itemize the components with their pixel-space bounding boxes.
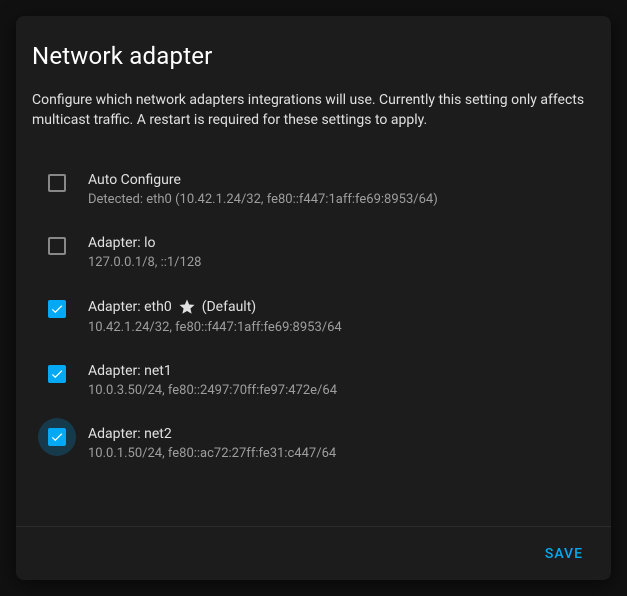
- check-icon: [50, 430, 64, 444]
- default-suffix: (Default): [202, 299, 256, 315]
- adapter-checkbox[interactable]: [48, 237, 66, 255]
- adapter-detail: 10.0.3.50/24, fe80::2497:70ff:fe97:472e/…: [88, 383, 595, 398]
- adapter-label: Adapter: eth0 (Default): [88, 298, 595, 316]
- checkbox-wrap: [48, 426, 88, 446]
- adapter-label: Adapter: lo: [88, 235, 595, 251]
- adapter-text: Auto Configure Detected: eth0 (10.42.1.24…: [88, 172, 595, 207]
- checkbox-wrap: [48, 172, 88, 192]
- dialog-description: Configure which network adapters integra…: [32, 90, 595, 130]
- adapter-text: Adapter: lo127.0.0.1/8, ::1/128: [88, 235, 595, 270]
- adapter-text: Adapter: eth0 (Default) 10.42.1.24/32, fe8…: [88, 298, 595, 335]
- adapter-row[interactable]: Adapter: net210.0.1.50/24, fe80::ac72:27…: [32, 412, 595, 475]
- adapter-checkbox[interactable]: [48, 365, 66, 383]
- check-icon: [50, 367, 64, 381]
- adapter-checkbox[interactable]: [48, 174, 66, 192]
- adapter-label-text: Adapter: eth0: [88, 299, 172, 315]
- dialog-content: Network adapter Configure which network …: [16, 16, 611, 526]
- adapter-row[interactable]: Adapter: lo127.0.0.1/8, ::1/128: [32, 221, 595, 284]
- checkbox-wrap: [48, 298, 88, 318]
- star-icon: [178, 298, 196, 316]
- adapter-row[interactable]: Adapter: eth0 (Default) 10.42.1.24/32, fe8…: [32, 284, 595, 349]
- checkbox-wrap: [48, 363, 88, 383]
- adapter-row[interactable]: Auto Configure Detected: eth0 (10.42.1.24…: [32, 158, 595, 221]
- adapter-checkbox[interactable]: [48, 300, 66, 318]
- adapter-list: Auto Configure Detected: eth0 (10.42.1.24…: [32, 158, 595, 475]
- adapter-label-text: Auto Configure: [88, 172, 181, 188]
- adapter-detail: 10.42.1.24/32, fe80::f447:1aff:fe69:8953…: [88, 320, 595, 335]
- dialog-actions: SAVE: [16, 527, 611, 580]
- adapter-label-text: Adapter: lo: [88, 235, 156, 251]
- adapter-label: Adapter: net2: [88, 426, 595, 442]
- adapter-text: Adapter: net210.0.1.50/24, fe80::ac72:27…: [88, 426, 595, 461]
- checkbox-wrap: [48, 235, 88, 255]
- adapter-detail: 127.0.0.1/8, ::1/128: [88, 255, 595, 270]
- adapter-label-text: Adapter: net2: [88, 426, 172, 442]
- adapter-label: Auto Configure: [88, 172, 595, 188]
- dialog-title: Network adapter: [32, 42, 595, 70]
- adapter-row[interactable]: Adapter: net110.0.3.50/24, fe80::2497:70…: [32, 349, 595, 412]
- adapter-label: Adapter: net1: [88, 363, 595, 379]
- adapter-checkbox[interactable]: [48, 428, 66, 446]
- adapter-label-text: Adapter: net1: [88, 363, 172, 379]
- check-icon: [50, 302, 64, 316]
- save-button[interactable]: SAVE: [533, 538, 595, 570]
- adapter-detail: Detected: eth0 (10.42.1.24/32, fe80::f44…: [88, 192, 595, 207]
- adapter-text: Adapter: net110.0.3.50/24, fe80::2497:70…: [88, 363, 595, 398]
- network-adapter-dialog: Network adapter Configure which network …: [16, 16, 611, 580]
- adapter-detail: 10.0.1.50/24, fe80::ac72:27ff:fe31:c447/…: [88, 446, 595, 461]
